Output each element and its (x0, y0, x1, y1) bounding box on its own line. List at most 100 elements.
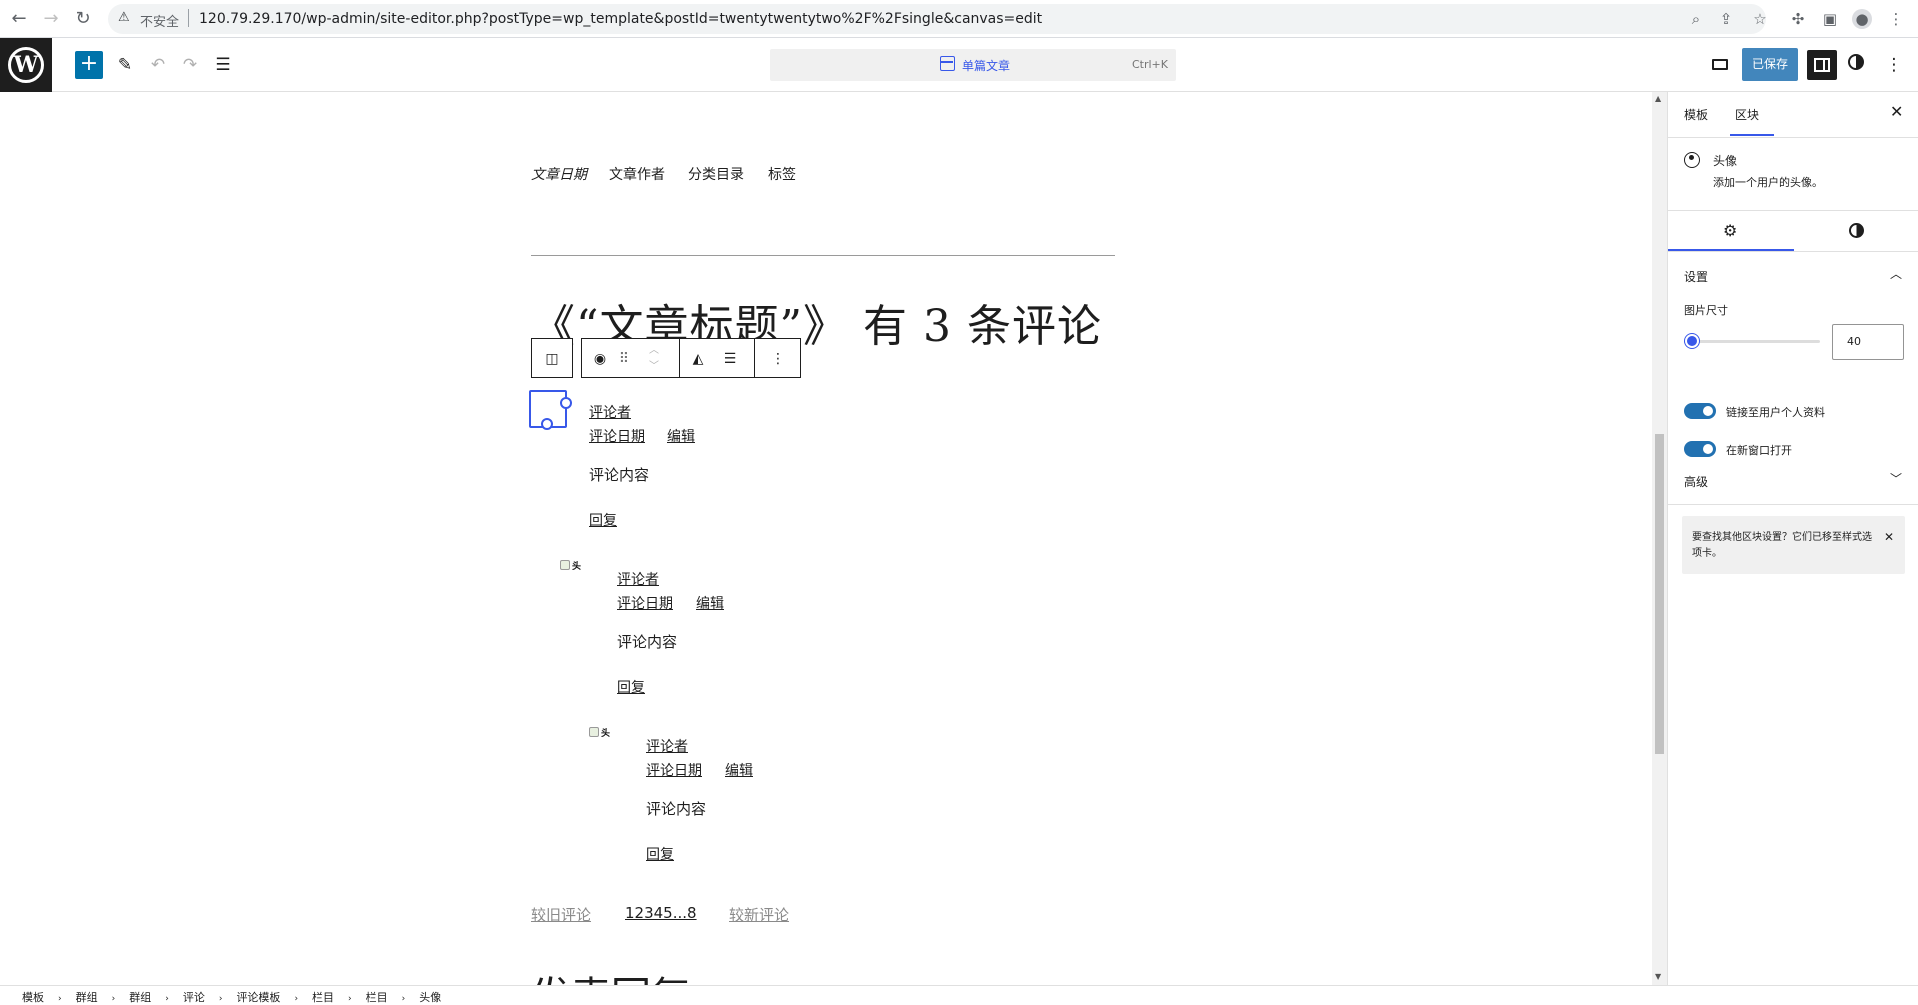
comment-reply-link[interactable]: 回复 (646, 844, 674, 864)
comment-reply-link[interactable]: 回复 (589, 510, 617, 530)
avatar-block-selected[interactable] (529, 390, 572, 430)
desktop-icon (1712, 59, 1728, 70)
undo-icon[interactable]: ↶ (146, 53, 170, 77)
breadcrumb-separator-icon: › (348, 994, 352, 1004)
advanced-panel-toggle[interactable]: 高级 (1684, 473, 1708, 490)
canvas-scrollbar[interactable]: ▲ ▼ (1652, 92, 1667, 985)
slider-thumb[interactable] (1685, 334, 1700, 348)
zoom-icon[interactable]: ⌕ (1686, 9, 1706, 29)
url-text[interactable]: 120.79.29.170/wp-admin/site-editor.php?p… (199, 11, 1042, 27)
reload-icon[interactable]: ↻ (72, 8, 94, 30)
post-tags[interactable]: 标签 (768, 164, 796, 184)
post-author[interactable]: 文章作者 (609, 164, 665, 184)
comment-reply-link[interactable]: 回复 (617, 677, 645, 697)
move-down-icon[interactable]: ﹀ (644, 357, 664, 377)
breadcrumb-item[interactable]: 栏目 (366, 989, 388, 1005)
styles-button[interactable] (1848, 54, 1868, 74)
newer-comments-link[interactable]: 较新评论 (729, 904, 789, 925)
edit-tool-icon[interactable]: ✎ (113, 53, 137, 77)
duotone-icon[interactable]: ◭ (688, 349, 708, 369)
new-window-label[interactable]: 在新窗口打开 (1726, 442, 1792, 458)
scroll-up-icon[interactable]: ▲ (1655, 94, 1661, 103)
url-separator (188, 9, 189, 27)
breadcrumb: 模板 › 群组 › 群组 › 评论 › 评论模板 › 栏目 › 栏目 › 头像 (22, 989, 441, 1005)
resize-handle-right[interactable] (560, 397, 572, 409)
options-menu-icon[interactable]: ⋮ (1884, 53, 1904, 77)
preview-button[interactable] (1707, 52, 1733, 78)
share-icon[interactable]: ⇪ (1716, 9, 1736, 29)
tab-settings[interactable]: ⚙ (1668, 211, 1794, 251)
columns-icon[interactable]: ◫ (542, 349, 562, 369)
close-icon[interactable]: ✕ (1890, 102, 1903, 121)
browser-menu-icon[interactable]: ⋮ (1886, 9, 1906, 29)
template-title: 单篇文章 (962, 59, 1011, 73)
redo-icon[interactable]: ↷ (178, 53, 202, 77)
avatar-block-icon[interactable]: ◉ (590, 349, 610, 369)
breadcrumb-separator-icon: › (218, 994, 223, 1004)
image-size-slider[interactable] (1684, 340, 1820, 343)
link-profile-toggle[interactable] (1684, 403, 1716, 419)
settings-toggle-button[interactable] (1807, 50, 1837, 80)
command-palette-button[interactable]: 单篇文章 Ctrl+K (770, 49, 1176, 81)
chevron-down-icon[interactable]: ﹀ (1890, 470, 1902, 487)
breadcrumb-item[interactable]: 栏目 (312, 989, 334, 1005)
resize-handle-bottom[interactable] (541, 418, 553, 430)
pagination-numbers[interactable]: 12345...8 (625, 904, 697, 922)
avatar-image[interactable]: 头像 (560, 559, 588, 573)
comment-edit-link[interactable]: 编辑 (725, 760, 753, 780)
avatar-image[interactable]: 头像 (589, 726, 617, 740)
drag-handle-icon[interactable]: ⠿ (614, 349, 634, 369)
comment-date[interactable]: 评论日期 (646, 760, 702, 780)
settings-panel-toggle[interactable]: 设置 (1684, 268, 1708, 285)
comment-date[interactable]: 评论日期 (589, 426, 645, 446)
forward-icon[interactable]: → (40, 8, 62, 30)
link-profile-label[interactable]: 链接至用户个人资料 (1726, 404, 1825, 420)
breadcrumb-item[interactable]: 评论 (183, 989, 205, 1005)
extensions-icon[interactable]: ✣ (1788, 9, 1808, 29)
new-window-toggle[interactable] (1684, 441, 1716, 457)
image-size-input[interactable]: 40 (1832, 324, 1904, 360)
insecure-label[interactable]: 不安全 (140, 11, 179, 30)
comment-content[interactable]: 评论内容 (646, 798, 706, 819)
reply-heading[interactable]: 发表回复 (531, 964, 691, 985)
comment-date[interactable]: 评论日期 (617, 593, 673, 613)
breadcrumb-item[interactable]: 群组 (129, 989, 151, 1005)
parent-selector[interactable]: ◫ (531, 338, 573, 378)
wordpress-logo-button[interactable]: W (0, 38, 52, 92)
document-overview-icon[interactable]: ☰ (211, 53, 235, 77)
block-inserter-button[interactable]: + (75, 51, 103, 79)
comment-author[interactable]: 评论者 (646, 736, 688, 756)
tab-template[interactable]: 模板 (1684, 106, 1708, 123)
breadcrumb-item[interactable]: 群组 (76, 989, 98, 1005)
back-icon[interactable]: ← (8, 8, 30, 30)
comment-content[interactable]: 评论内容 (589, 464, 649, 485)
older-comments-link[interactable]: 较旧评论 (531, 904, 591, 925)
address-bar[interactable]: ⚠ 不安全 120.79.29.170/wp-admin/site-editor… (108, 4, 1766, 34)
scroll-down-icon[interactable]: ▼ (1655, 972, 1661, 981)
editor-canvas[interactable]: 文章日期 文章作者 分类目录 标签 《“文章标题”》 有 3 条评论 ◫ ◉ ⠿… (0, 92, 1652, 985)
comment-author[interactable]: 评论者 (617, 569, 659, 589)
comment-author[interactable]: 评论者 (589, 402, 631, 422)
tab-block[interactable]: 区块 (1735, 106, 1759, 123)
breadcrumb-item[interactable]: 模板 (22, 989, 44, 1005)
side-panel-icon[interactable]: ▣ (1820, 9, 1840, 29)
chevron-up-icon[interactable]: ︿ (1890, 265, 1902, 282)
post-date[interactable]: 文章日期 (531, 164, 587, 184)
scrollbar-thumb[interactable] (1655, 434, 1664, 754)
align-icon[interactable]: ☰ (720, 349, 740, 369)
close-icon[interactable]: ✕ (1884, 530, 1894, 544)
comment-content[interactable]: 评论内容 (617, 631, 677, 652)
block-options-icon[interactable]: ⋮ (768, 349, 788, 369)
comment-edit-link[interactable]: 编辑 (696, 593, 724, 613)
breadcrumb-item[interactable]: 头像 (419, 989, 441, 1005)
post-categories[interactable]: 分类目录 (688, 164, 744, 184)
separator[interactable] (531, 255, 1115, 256)
save-button[interactable]: 已保存 (1742, 48, 1798, 81)
tab-styles[interactable] (1794, 211, 1918, 251)
breadcrumb-item[interactable]: 评论模板 (236, 989, 280, 1005)
profile-avatar-icon[interactable]: ● (1852, 9, 1872, 29)
bookmark-star-icon[interactable]: ☆ (1750, 9, 1770, 29)
comment-edit-link[interactable]: 编辑 (667, 426, 695, 446)
styles-icon (1848, 54, 1864, 70)
warning-icon[interactable]: ⚠ (118, 10, 130, 25)
